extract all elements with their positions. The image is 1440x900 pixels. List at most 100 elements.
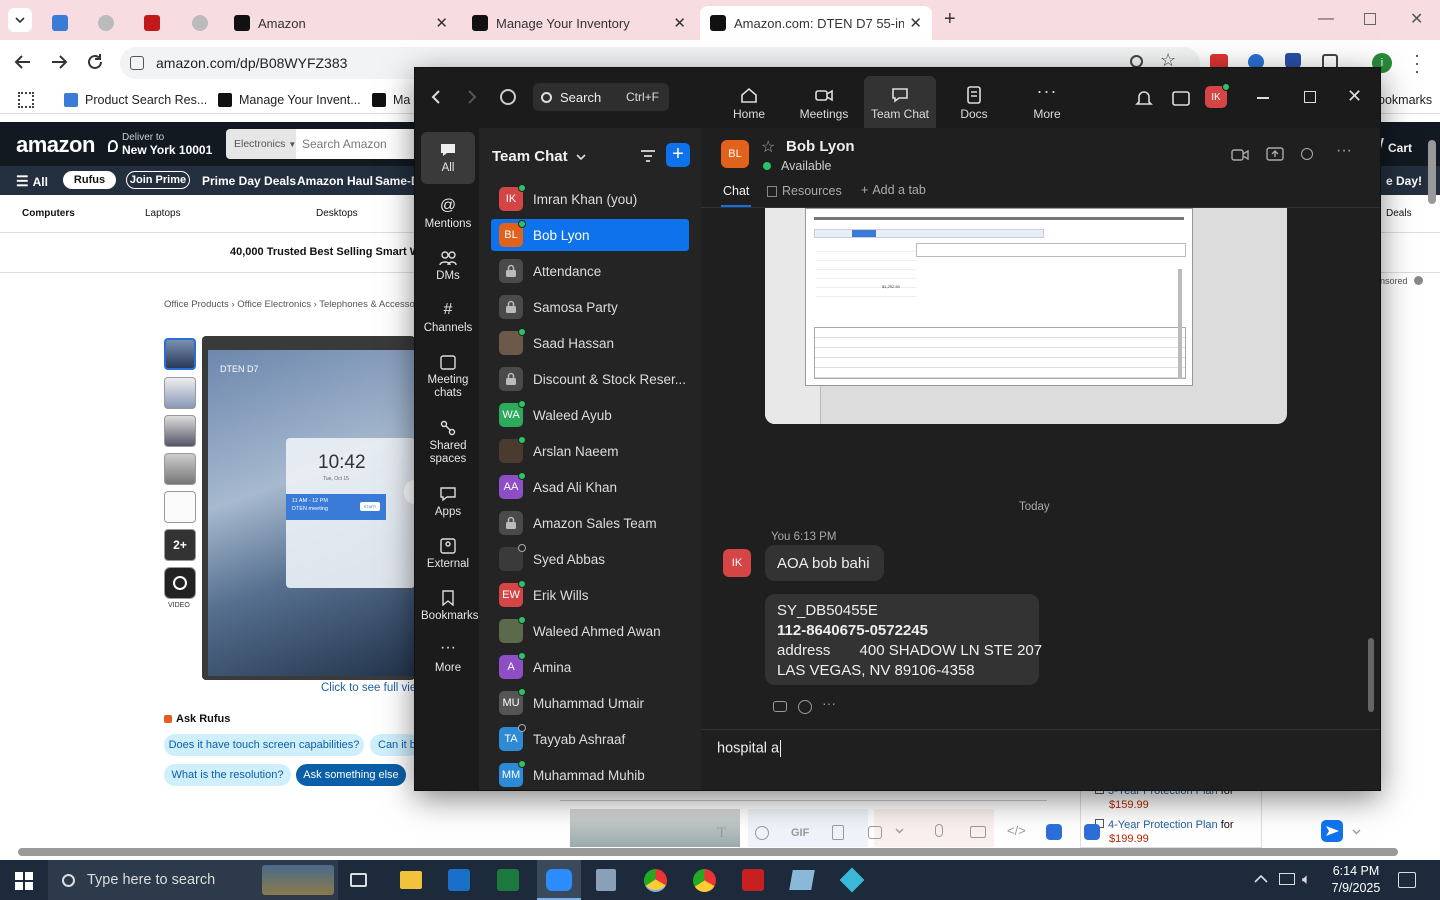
rail-mentions[interactable]: @ Mentions	[421, 198, 475, 231]
full-view-link[interactable]: Click to see full view	[321, 682, 425, 694]
rail-bookmarks[interactable]: Bookmarks	[421, 590, 479, 622]
zoom-history-icon[interactable]	[500, 89, 516, 105]
product-thumbnail[interactable]	[164, 415, 196, 447]
contact-item[interactable]: A Amina	[491, 651, 689, 683]
category-computers[interactable]: Computers	[22, 208, 75, 219]
chrome-icon[interactable]	[644, 869, 667, 892]
team-chat-dropdown[interactable]: Team Chat	[492, 148, 586, 165]
nav-home[interactable]: Home	[725, 86, 773, 121]
user-avatar[interactable]: IK	[1205, 83, 1230, 108]
category-desktops[interactable]: Desktops	[316, 208, 358, 219]
page-horizontal-scrollbar[interactable]	[18, 848, 1398, 856]
taskbar-search-box[interactable]: Type here to search	[48, 860, 338, 900]
notification-center-icon[interactable]	[1398, 872, 1416, 888]
chat-scrollbar[interactable]	[1368, 638, 1374, 712]
message-avatar[interactable]: IK	[723, 549, 751, 577]
contact-item[interactable]: Amazon Sales Team	[491, 507, 689, 539]
breadcrumb[interactable]: Office Products › Office Electronics › T…	[164, 299, 420, 310]
nav-all[interactable]: ☰ All	[16, 173, 48, 190]
rail-dms[interactable]: DMs	[421, 250, 475, 282]
close-tab-icon[interactable]: ✕	[673, 14, 686, 32]
rail-more[interactable]: ··· More	[421, 640, 475, 675]
gif-icon[interactable]: GIF	[791, 827, 809, 839]
bookmark-item[interactable]: Ma	[372, 90, 410, 110]
rail-apps[interactable]: Apps	[421, 486, 475, 518]
promo-banner[interactable]: 40,000 Trusted Best Selling Smart Wh	[230, 246, 427, 258]
amazon-search-input[interactable]: Search Amazon	[296, 129, 416, 159]
product-thumbnail[interactable]	[164, 377, 196, 409]
back-icon[interactable]	[14, 54, 32, 70]
all-bookmarks[interactable]: ookmarks	[1378, 90, 1432, 110]
product-thumbnail[interactable]	[164, 338, 196, 370]
file-explorer-icon[interactable]	[400, 871, 422, 889]
notifications-bell-icon[interactable]	[1135, 89, 1153, 107]
app-icon[interactable]	[789, 870, 815, 890]
video-message-icon[interactable]	[970, 826, 986, 838]
file-icon[interactable]	[832, 825, 844, 840]
nav-prime-day[interactable]: Prime Day Deals	[202, 174, 296, 188]
outlook-icon[interactable]	[448, 869, 470, 891]
rail-external[interactable]: External	[421, 538, 475, 570]
tab-resources[interactable]: Resources	[767, 184, 842, 198]
calendar-icon[interactable]	[1172, 90, 1190, 106]
browser-tab[interactable]	[134, 6, 170, 40]
rail-channels[interactable]: # Channels	[421, 302, 475, 335]
chat-more-icon[interactable]: ···	[1336, 142, 1352, 160]
star-icon[interactable]: ☆	[761, 137, 775, 157]
ask-something-else-button[interactable]: Ask something else	[296, 764, 406, 786]
page-vertical-scrollbar[interactable]	[1428, 140, 1436, 204]
nav-rufus[interactable]: Rufus	[63, 171, 116, 189]
share-screen-icon[interactable]	[1266, 147, 1284, 161]
close-tab-icon[interactable]: ✕	[909, 14, 922, 32]
minimize-window-icon[interactable]: —	[1318, 10, 1334, 28]
more-images-thumbnail[interactable]: 2+	[164, 529, 196, 561]
new-chat-plus-icon[interactable]: +	[666, 143, 690, 167]
filter-icon[interactable]	[640, 150, 656, 162]
screenshot-icon[interactable]	[868, 826, 882, 839]
message-bubble[interactable]: AOA bob bahi	[765, 545, 884, 581]
tab-chat[interactable]: Chat	[723, 184, 749, 198]
contact-item[interactable]: WA Waleed Ayub	[491, 399, 689, 431]
message-composer[interactable]: hospital a	[717, 740, 1357, 800]
nav-same-day[interactable]: Same-D	[375, 174, 420, 188]
contact-item[interactable]: BL Bob Lyon	[491, 219, 689, 251]
tab-add[interactable]: + Add a tab	[861, 183, 926, 197]
apps-grid-icon[interactable]	[18, 92, 34, 108]
taskbar-clock[interactable]: 6:14 PM 7/9/2025	[1330, 863, 1382, 897]
category-laptops[interactable]: Laptops	[145, 208, 181, 219]
rail-meeting-chats[interactable]: Meeting chats	[421, 354, 475, 400]
zoom-search-bar[interactable]: Search Ctrl+F	[533, 83, 669, 111]
contact-item[interactable]: Syed Abbas	[491, 543, 689, 575]
start-windows-icon[interactable]	[15, 872, 33, 890]
contact-item[interactable]: Attendance	[491, 255, 689, 287]
video-call-icon[interactable]	[1231, 148, 1249, 162]
zoom-back-icon[interactable]	[431, 90, 441, 104]
nav-meetings[interactable]: Meetings	[796, 86, 852, 121]
add-reaction-icon[interactable]	[798, 700, 812, 714]
nav-prime-day-right[interactable]: e Day!	[1386, 174, 1422, 188]
contact-item[interactable]: AA Asad Ali Khan	[491, 471, 689, 503]
nav-docs[interactable]: Docs	[950, 86, 998, 121]
message-more-icon[interactable]: ···	[822, 695, 836, 711]
zoom-forward-icon[interactable]	[467, 90, 477, 104]
format-text-icon[interactable]: T	[717, 825, 726, 842]
nav-amazon-haul[interactable]: Amazon Haul	[297, 174, 373, 188]
browser-tab[interactable]	[42, 6, 78, 40]
screenshot-options-chevron-icon[interactable]	[895, 828, 904, 834]
composer-more-icon[interactable]: ···	[1120, 818, 1138, 839]
app-integration-icon[interactable]	[1084, 824, 1100, 840]
contact-item[interactable]: TA Tayyab Ashraaf	[491, 723, 689, 755]
chat-header-avatar[interactable]: BL	[721, 140, 749, 168]
site-info-icon[interactable]	[130, 56, 144, 70]
system-tray-chevron-icon[interactable]	[1254, 875, 1268, 883]
rufus-question[interactable]: What is the resolution?	[164, 764, 291, 786]
zoom-page-icon[interactable]	[1130, 55, 1143, 68]
forward-icon[interactable]	[50, 54, 68, 70]
contact-item[interactable]: EW Erik Wills	[491, 579, 689, 611]
emoji-icon[interactable]	[755, 826, 769, 840]
app-icon[interactable]	[839, 867, 865, 893]
product-thumbnail[interactable]	[164, 491, 196, 523]
bookmark-item[interactable]: Manage Your Invent...	[218, 90, 361, 110]
send-button[interactable]	[1321, 820, 1343, 842]
close-window-icon[interactable]: ✕	[1410, 9, 1423, 29]
